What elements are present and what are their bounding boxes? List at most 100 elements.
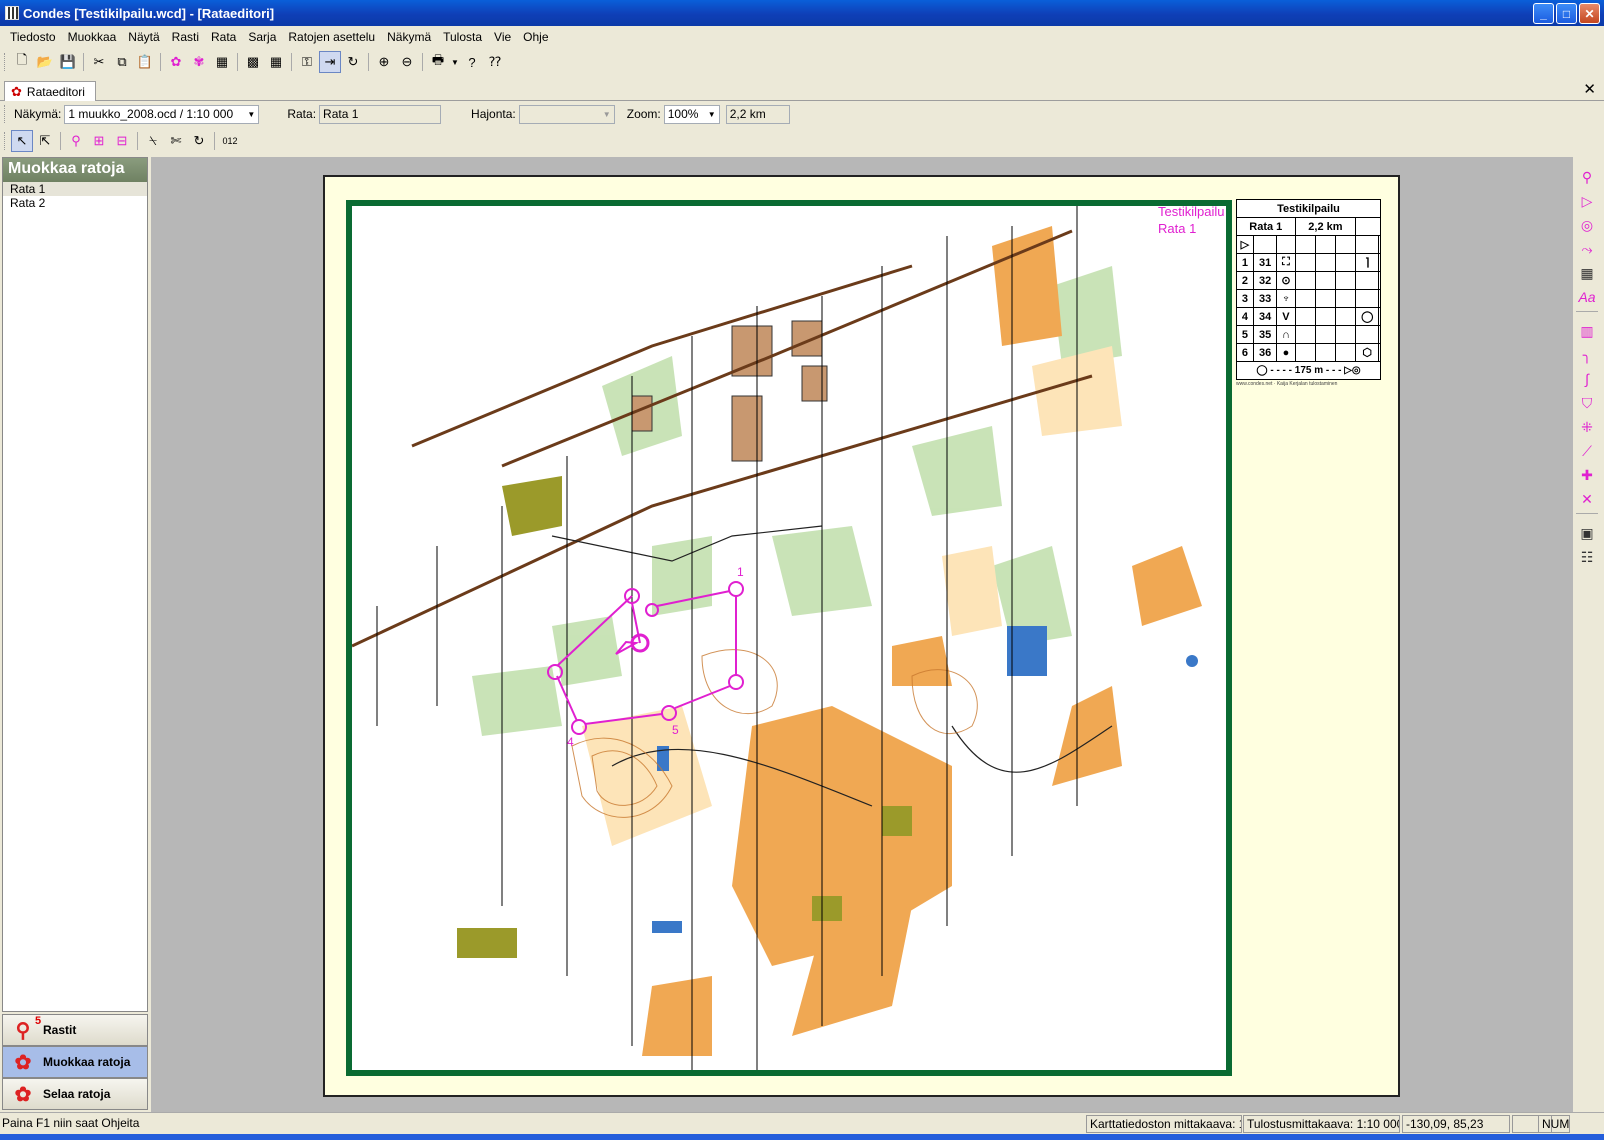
control-description-table[interactable]: Testikilpailu Rata 1 2,2 km ▷ 1 31 ⛶ ⌉ 2 32 ⊙… xyxy=(1236,199,1381,380)
zoom-label: Zoom: xyxy=(626,107,661,121)
course-line-icon[interactable]: ⤳ xyxy=(1577,239,1597,259)
table-row: 5 35 ∩ xyxy=(1236,325,1381,344)
pointer-icon[interactable]: ↖ xyxy=(11,130,33,152)
cut-leg-icon[interactable]: ⍀ xyxy=(142,130,164,152)
list-item[interactable]: Rata 1 xyxy=(3,182,147,196)
spread-label: Hajonta: xyxy=(471,107,516,121)
tab-rataeditori[interactable]: ✿ Rataeditori xyxy=(4,81,96,101)
controls-icon[interactable]: ✿ xyxy=(165,51,187,73)
course-list-panel: Muokkaa ratoja Rata 1 Rata 2 xyxy=(2,157,148,1012)
navigation-buttons: ⚲ 5 Rastit ✿ Muokkaa ratoja ✿ Selaa rato… xyxy=(2,1014,148,1110)
finish-symbol-icon[interactable]: ◎ xyxy=(1577,215,1597,235)
numbering-icon[interactable]: 012 xyxy=(219,130,241,152)
options-bar: Näkymä: 1 muukko_2008.ocd / 1:10 000 ▼ R… xyxy=(4,102,790,126)
description-sheet-icon[interactable]: ▦ xyxy=(1577,263,1597,283)
minimize-button[interactable]: _ xyxy=(1533,3,1554,24)
browse-courses-nav-button[interactable]: ✿ Selaa ratoja xyxy=(2,1078,148,1110)
title-bar: Condes [Testikilpailu.wcd] - [Rataeditor… xyxy=(0,0,1604,26)
refresh-icon[interactable]: ↻ xyxy=(188,130,210,152)
menu-sarja[interactable]: Sarja xyxy=(242,30,282,44)
symbol-toolbar: ⚲ ▷ ◎ ⤳ ▦ Aa ▥ ╮ ∫ ⛉ ⁜ ⟋ ✚ ✕ ▣ ☷ xyxy=(1573,157,1601,612)
cut-icon[interactable]: ✂ xyxy=(88,51,110,73)
map-layout-icon[interactable]: ▩ xyxy=(242,51,264,73)
start-symbol-icon[interactable]: ▷ xyxy=(1577,191,1597,211)
water-point-icon[interactable]: ⛉ xyxy=(1577,393,1597,413)
zoom-out-icon[interactable]: ⊖ xyxy=(396,51,418,73)
course-length: 2,2 km xyxy=(725,104,790,124)
grid-icon[interactable]: ▦ xyxy=(265,51,287,73)
forbidden-cross-icon[interactable]: ✕ xyxy=(1577,489,1597,509)
zoom-in-icon[interactable]: ⊕ xyxy=(373,51,395,73)
key-icon[interactable]: ⚿ xyxy=(296,51,318,73)
chevron-down-icon[interactable]: ▼ xyxy=(244,106,258,123)
open-folder-icon[interactable]: 📂 xyxy=(34,51,56,73)
crossing-icon[interactable]: ⟋ xyxy=(1577,441,1597,461)
paste-icon[interactable]: 📋 xyxy=(134,51,156,73)
print-icon[interactable]: 🖶 xyxy=(427,51,449,73)
tab-close-icon[interactable]: ✕ xyxy=(1583,80,1596,98)
context-help-icon[interactable]: ⁇ xyxy=(484,51,506,73)
chevron-down-icon[interactable]: ▼ xyxy=(600,106,614,123)
insert-control-icon[interactable]: ⊞ xyxy=(88,130,110,152)
maximize-button[interactable]: □ xyxy=(1556,3,1577,24)
menu-tiedosto[interactable]: Tiedosto xyxy=(4,30,62,44)
svg-text:4: 4 xyxy=(567,735,574,749)
menu-nakyma[interactable]: Näkymä xyxy=(381,30,437,44)
legend-icon[interactable]: ☷ xyxy=(1577,547,1597,567)
tab-label: Rataeditori xyxy=(26,84,85,99)
new-file-icon[interactable]: 🗋 xyxy=(11,51,33,73)
spread-select[interactable]: ▼ xyxy=(518,104,615,124)
window-title: Condes [Testikilpailu.wcd] - [Rataeditor… xyxy=(23,5,275,21)
status-num-lock: NUM xyxy=(1538,1115,1570,1133)
course-icon: ✿ xyxy=(14,1083,32,1106)
view-select[interactable]: 1 muukko_2008.ocd / 1:10 000 ▼ xyxy=(64,104,260,124)
text-icon[interactable]: Aa xyxy=(1577,287,1597,307)
select-mode-icon[interactable]: ⇥ xyxy=(319,51,341,73)
scissors-icon[interactable]: ✄ xyxy=(165,130,187,152)
menu-rata[interactable]: Rata xyxy=(205,30,242,44)
description-course: Rata 1 xyxy=(1236,217,1296,236)
close-button[interactable]: ✕ xyxy=(1579,3,1600,24)
list-item[interactable]: Rata 2 xyxy=(3,196,147,210)
remove-control-icon[interactable]: ⊟ xyxy=(111,130,133,152)
description-event: Testikilpailu xyxy=(1236,199,1381,218)
status-coordinates: -130,09, 85,23 xyxy=(1402,1115,1510,1133)
menu-tulosta[interactable]: Tulosta xyxy=(437,30,488,44)
menu-muokkaa[interactable]: Muokkaa xyxy=(62,30,123,44)
main-toolbar: 🗋 📂 💾 ✂ ⧉ 📋 ✿ ✾ ▦ ▩ ▦ ⚿ ⇥ ↻ ⊕ ⊖ 🖶 ▼ ? ⁇ xyxy=(0,49,510,75)
image-icon[interactable]: ▣ xyxy=(1577,523,1597,543)
menu-ratojen-asettelu[interactable]: Ratojen asettelu xyxy=(282,30,381,44)
zoom-select[interactable]: 100% ▼ xyxy=(663,104,720,124)
copy-icon[interactable]: ⧉ xyxy=(111,51,133,73)
menu-ohje[interactable]: Ohje xyxy=(517,30,554,44)
select-area-icon[interactable]: ⇱ xyxy=(34,130,56,152)
tab-strip: ✿ Rataeditori ✕ xyxy=(0,78,1604,101)
add-control-icon[interactable]: ⚲ xyxy=(65,130,87,152)
forbidden-area-icon[interactable]: ▥ xyxy=(1577,321,1597,341)
rotate-icon[interactable]: ↻ xyxy=(342,51,364,73)
classes-icon[interactable]: ▦ xyxy=(211,51,233,73)
first-aid-icon[interactable]: ✚ xyxy=(1577,465,1597,485)
chevron-down-icon[interactable]: ▼ xyxy=(450,51,460,73)
toolbar-grip[interactable] xyxy=(4,53,7,71)
save-icon[interactable]: 💾 xyxy=(57,51,79,73)
help-icon[interactable]: ? xyxy=(461,51,483,73)
chevron-down-icon[interactable]: ▼ xyxy=(705,106,719,123)
menu-nayta[interactable]: Näytä xyxy=(122,30,165,44)
status-help: Paina F1 niin saat Ohjeita xyxy=(2,1116,140,1130)
course-editor-icon: ✿ xyxy=(11,83,22,99)
feature-symbol-icon: ● xyxy=(1276,343,1296,362)
menu-vie[interactable]: Vie xyxy=(488,30,517,44)
menu-rasti[interactable]: Rasti xyxy=(166,30,205,44)
crossing-point-icon[interactable]: ⁜ xyxy=(1577,417,1597,437)
orienteering-map[interactable]: 4 5 1 xyxy=(346,200,1232,1076)
controls-nav-button[interactable]: ⚲ 5 Rastit xyxy=(2,1014,148,1046)
marked-route-icon[interactable]: ╮ xyxy=(1577,345,1597,365)
control-symbol-icon[interactable]: ⚲ xyxy=(1577,167,1597,187)
edit-courses-nav-button[interactable]: ✿ Muokkaa ratoja xyxy=(2,1046,148,1078)
feature-symbol-icon: ⊙ xyxy=(1276,271,1296,290)
svg-text:5: 5 xyxy=(672,723,679,737)
courses-icon[interactable]: ✾ xyxy=(188,51,210,73)
app-icon xyxy=(5,6,19,20)
route-icon[interactable]: ∫ xyxy=(1577,369,1597,389)
